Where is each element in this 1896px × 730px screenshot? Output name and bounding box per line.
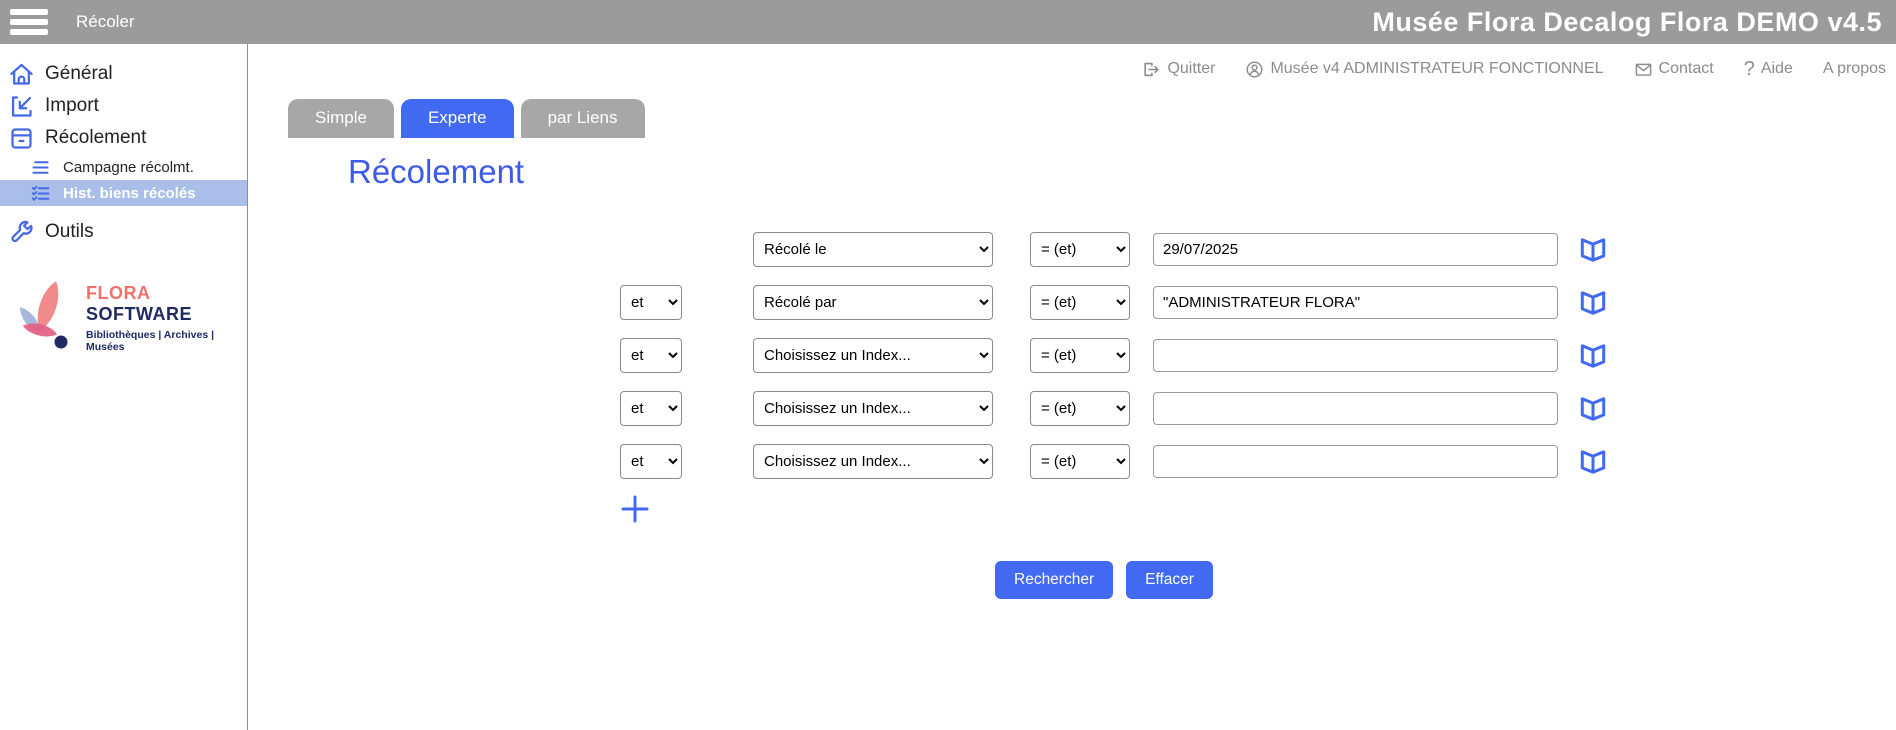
sidebar-item-import[interactable]: Import: [0, 90, 247, 122]
sidebar-item-label: Récolement: [45, 127, 146, 149]
open-index-book-icon[interactable]: [1578, 341, 1608, 371]
user-icon: [1245, 60, 1264, 79]
search-button[interactable]: Rechercher: [995, 561, 1113, 599]
comparison-operator-select[interactable]: = (et): [1030, 232, 1130, 267]
tab-experte[interactable]: Experte: [401, 99, 514, 138]
window-title: Musée Flora Decalog Flora DEMO v4.5: [1372, 7, 1882, 38]
flora-software-logo: FLORA SOFTWARE Bibliothèques | Archives …: [0, 276, 247, 360]
open-index-book-icon[interactable]: [1578, 394, 1608, 424]
about-label: A propos: [1823, 60, 1886, 78]
quit-label: Quitter: [1167, 60, 1215, 78]
search-mode-tabs: Simple Experte par Liens: [288, 99, 1896, 138]
quit-link[interactable]: Quitter: [1142, 60, 1215, 79]
sidebar-item-hist-biens-recoles[interactable]: Hist. biens récolés: [0, 180, 247, 206]
logout-icon: [1142, 60, 1161, 79]
criteria-value-input[interactable]: [1153, 286, 1558, 319]
criteria-value-input[interactable]: [1153, 339, 1558, 372]
archive-box-icon: [8, 125, 35, 152]
checklist-icon: [30, 183, 51, 204]
sidebar-item-campagne-recolement[interactable]: Campagne récolmt.: [0, 154, 247, 180]
about-link[interactable]: A propos: [1823, 60, 1886, 78]
search-criteria-row: et Choisissez un Index... = (et): [248, 329, 1896, 382]
main-content: Quitter Musée v4 ADMINISTRATEUR FONCTION…: [248, 44, 1896, 730]
page-title: Récolement: [348, 153, 1896, 191]
boolean-operator-select[interactable]: et: [620, 444, 682, 479]
sidebar: Général Import Récolement Campagne récol…: [0, 44, 248, 730]
hamburger-menu-icon[interactable]: [10, 7, 50, 37]
criteria-value-input[interactable]: [1153, 445, 1558, 478]
index-select[interactable]: Récolé par: [753, 285, 993, 320]
sidebar-item-label: Hist. biens récolés: [63, 185, 196, 202]
comparison-operator-select[interactable]: = (et): [1030, 444, 1130, 479]
open-index-book-icon[interactable]: [1578, 447, 1608, 477]
search-criteria-row: et Récolé par = (et): [248, 276, 1896, 329]
index-select[interactable]: Choisissez un Index...: [753, 391, 993, 426]
criteria-value-input[interactable]: [1153, 233, 1558, 266]
boolean-operator-select[interactable]: et: [620, 285, 682, 320]
comparison-operator-select[interactable]: = (et): [1030, 285, 1130, 320]
help-label: Aide: [1761, 60, 1793, 78]
comparison-operator-select[interactable]: = (et): [1030, 391, 1130, 426]
sidebar-item-outils[interactable]: Outils: [0, 216, 247, 248]
sidebar-item-label: Outils: [45, 221, 94, 243]
search-criteria-row: et Choisissez un Index... = (et): [248, 435, 1896, 488]
open-index-book-icon[interactable]: [1578, 235, 1608, 265]
help-link[interactable]: ? Aide: [1744, 58, 1793, 81]
sidebar-item-label: Campagne récolmt.: [63, 159, 194, 176]
question-mark-icon: ?: [1744, 58, 1755, 81]
comparison-operator-select[interactable]: = (et): [1030, 338, 1130, 373]
boolean-operator-select[interactable]: et: [620, 338, 682, 373]
contact-label: Contact: [1659, 60, 1714, 78]
envelope-icon: [1634, 60, 1653, 79]
index-select[interactable]: Choisissez un Index...: [753, 338, 993, 373]
boolean-operator-select[interactable]: et: [620, 391, 682, 426]
top-bar: Récoler Musée Flora Decalog Flora DEMO v…: [0, 0, 1896, 44]
utility-nav: Quitter Musée v4 ADMINISTRATEUR FONCTION…: [248, 44, 1896, 80]
logo-tagline: Bibliothèques | Archives | Musées: [86, 329, 247, 353]
search-criteria-row: Récolé le = (et): [248, 223, 1896, 276]
app-label: Récoler: [76, 12, 135, 32]
tab-par-liens[interactable]: par Liens: [521, 99, 645, 138]
sidebar-item-label: Général: [45, 63, 113, 85]
user-label: Musée v4 ADMINISTRATEUR FONCTIONNEL: [1270, 60, 1603, 78]
contact-link[interactable]: Contact: [1634, 60, 1714, 79]
user-account[interactable]: Musée v4 ADMINISTRATEUR FONCTIONNEL: [1245, 60, 1603, 79]
open-index-book-icon[interactable]: [1578, 288, 1608, 318]
form-actions: Rechercher Effacer: [995, 561, 1896, 599]
logo-brand-primary: FLORA: [86, 283, 150, 303]
list-icon: [30, 157, 51, 178]
add-criteria-row-button[interactable]: [620, 494, 650, 524]
logo-brand-secondary: SOFTWARE: [86, 304, 192, 324]
wrench-icon: [8, 219, 35, 246]
flora-flower-icon: [6, 276, 84, 360]
expert-search-form: Récolé le = (et) et Récolé par = (et): [248, 223, 1896, 488]
sidebar-item-general[interactable]: Général: [0, 58, 247, 90]
clear-button[interactable]: Effacer: [1126, 561, 1213, 599]
criteria-value-input[interactable]: [1153, 392, 1558, 425]
search-criteria-row: et Choisissez un Index... = (et): [248, 382, 1896, 435]
index-select[interactable]: Récolé le: [753, 232, 993, 267]
import-icon: [8, 93, 35, 120]
home-icon: [8, 61, 35, 88]
sidebar-item-recolement[interactable]: Récolement: [0, 122, 247, 154]
sidebar-item-label: Import: [45, 95, 99, 117]
index-select[interactable]: Choisissez un Index...: [753, 444, 993, 479]
tab-simple[interactable]: Simple: [288, 99, 394, 138]
